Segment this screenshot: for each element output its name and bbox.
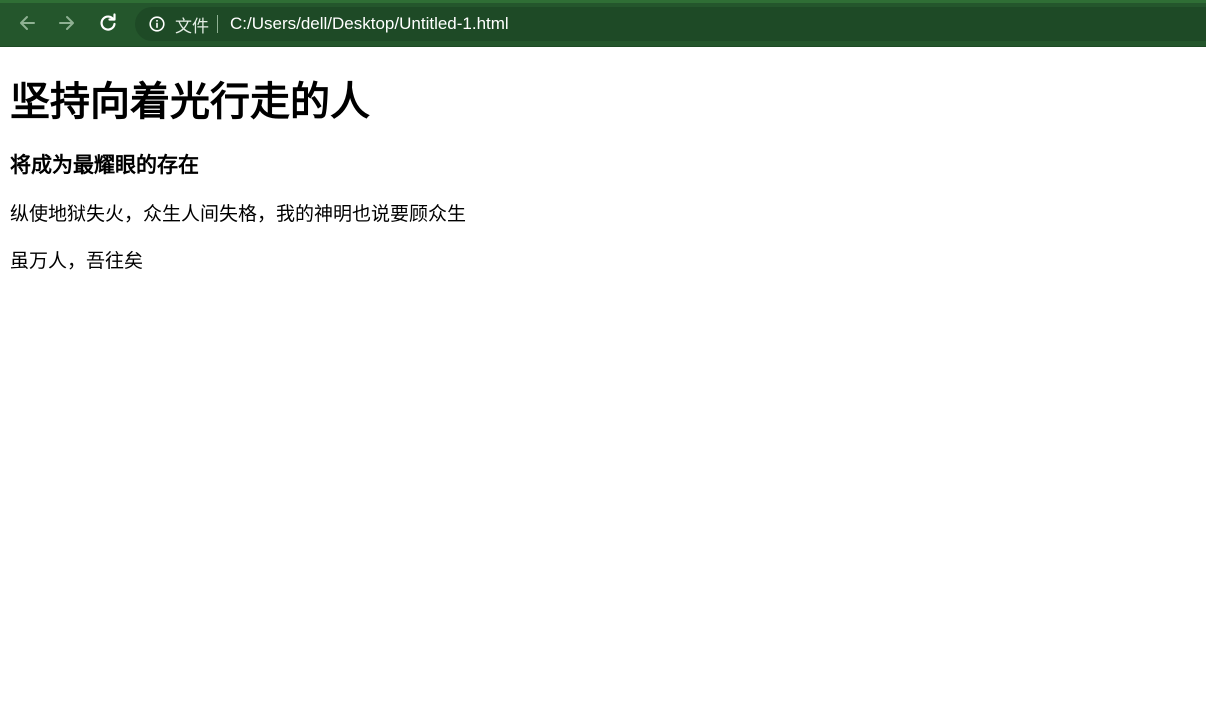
reload-button[interactable]: [93, 8, 123, 38]
paragraph: 虽万人，吾往矣: [10, 250, 144, 272]
scheme-label: 文件: [175, 16, 209, 37]
paragraph: 纵使地狱失火，众生人间失格，我的神明也说要顾众生: [10, 203, 467, 225]
reload-icon: [100, 13, 116, 31]
toolbar-accent-strip: [0, 0, 1206, 3]
forward-button[interactable]: [52, 8, 82, 38]
info-icon[interactable]: [149, 16, 165, 32]
page-subheading: 将成为最耀眼的存在: [10, 153, 199, 177]
address-divider: [217, 15, 218, 33]
url-text[interactable]: C:/Users/dell/Desktop/Untitled-1.html: [230, 14, 509, 34]
back-button[interactable]: [12, 8, 42, 38]
browser-toolbar: 文件 C:/Users/dell/Desktop/Untitled-1.html: [0, 0, 1206, 47]
page-content: 坚持向着光行走的人 将成为最耀眼的存在 纵使地狱失火，众生人间失格，我的神明也说…: [10, 48, 1190, 273]
page-heading: 坚持向着光行走的人: [10, 79, 370, 125]
arrow-left-icon: [20, 16, 35, 30]
arrow-right-icon: [59, 16, 74, 30]
address-bar[interactable]: 文件 C:/Users/dell/Desktop/Untitled-1.html: [135, 7, 1206, 41]
